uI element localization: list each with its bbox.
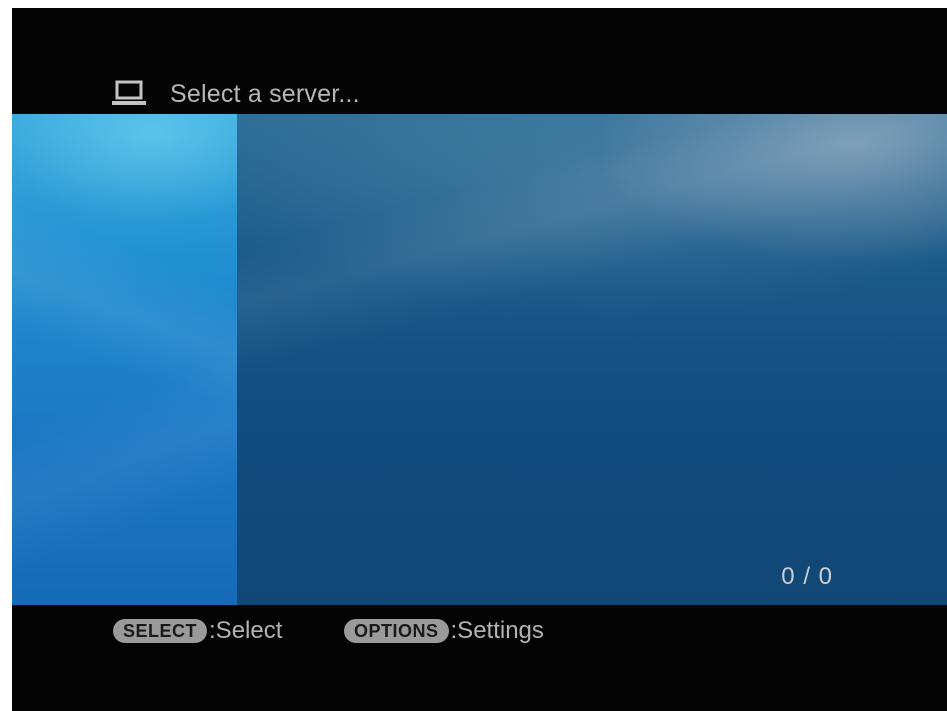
- header-bar: Select a server...: [12, 8, 947, 114]
- preview-panel: [237, 114, 947, 605]
- select-action-label: :Select: [209, 617, 283, 644]
- item-counter: 0 / 0: [781, 563, 833, 590]
- content-area: 0 / 0: [12, 114, 947, 605]
- select-key-badge: SELECT: [113, 619, 208, 643]
- page-title: Select a server...: [170, 80, 360, 108]
- options-hint: OPTIONS :Settings: [344, 617, 544, 645]
- server-icon: [112, 80, 146, 105]
- select-hint: SELECT :Select: [113, 617, 282, 645]
- settings-action-label: :Settings: [450, 617, 544, 644]
- footer-hints: SELECT :Select OPTIONS :Settings: [12, 605, 947, 711]
- options-key-badge: OPTIONS: [344, 619, 449, 643]
- server-list-panel[interactable]: [12, 114, 237, 605]
- screen: Select a server... 0 / 0 SELECT :Select …: [12, 8, 947, 711]
